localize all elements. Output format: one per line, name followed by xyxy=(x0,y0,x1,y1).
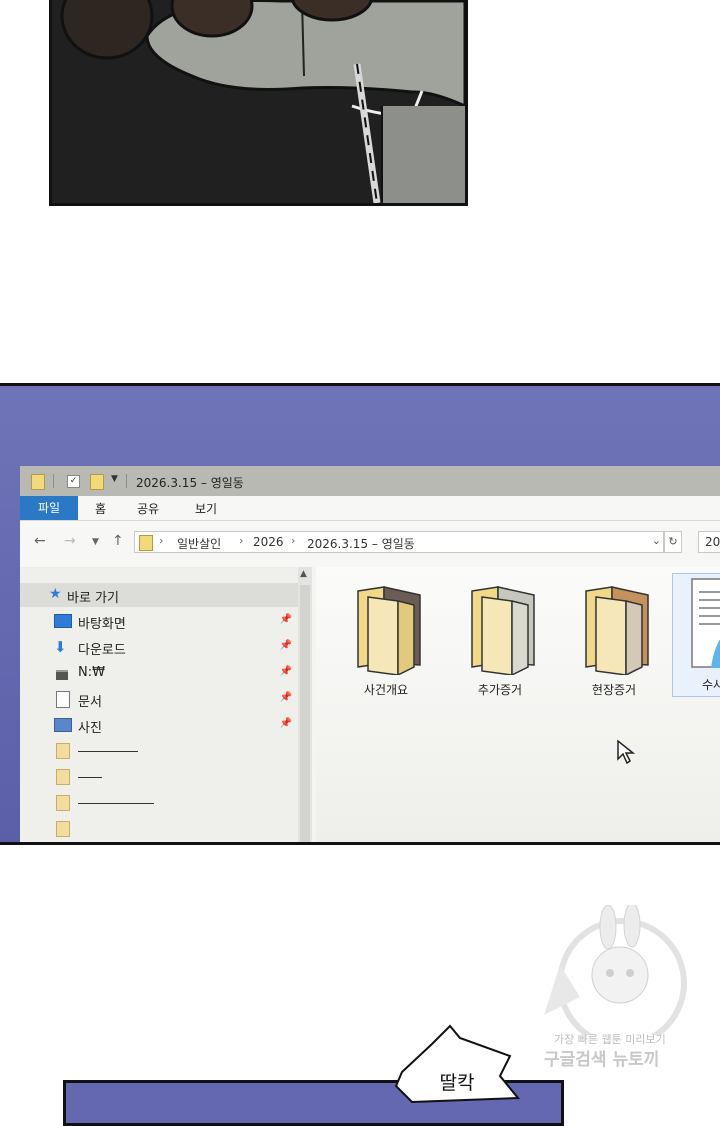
nav-item-desktop[interactable]: 바탕화면 📌 xyxy=(20,609,298,633)
network-drive-icon xyxy=(56,670,68,680)
redacted-line xyxy=(78,803,154,804)
pin-icon[interactable]: 📌 xyxy=(280,718,292,729)
file-explorer-window: ✓ ▼ 2026.3.15 – 영일동 파일 홈 공유 보기 ← → ▼ ↑ ›… xyxy=(20,466,720,842)
nav-item-folder[interactable] xyxy=(20,817,298,841)
new-folder-icon[interactable] xyxy=(90,474,104,490)
nav-label: N:₩ xyxy=(78,665,105,680)
window-title: 2026.3.15 – 영일동 xyxy=(136,476,244,490)
address-bar[interactable]: › 일반살인 › 2026 › 2026.3.15 – 영일동 ⌄ xyxy=(134,531,664,553)
pin-icon[interactable]: 📌 xyxy=(280,692,292,703)
folder-icon xyxy=(56,743,70,759)
title-bar: ✓ ▼ 2026.3.15 – 영일동 xyxy=(20,466,720,497)
comic-art xyxy=(52,0,465,203)
redacted-line xyxy=(78,777,102,778)
screen-panel: ✓ ▼ 2026.3.15 – 영일동 파일 홈 공유 보기 ← → ▼ ↑ ›… xyxy=(0,383,720,845)
breadcrumb-item[interactable]: 2026 xyxy=(253,535,284,549)
chevron-right-icon[interactable]: › xyxy=(159,534,163,547)
top-comic-panel xyxy=(49,0,468,206)
pin-icon[interactable]: 📌 xyxy=(280,614,292,625)
watermark-mascot-logo xyxy=(544,902,687,1048)
forward-arrow-icon[interactable]: → xyxy=(64,533,76,549)
nav-label: 다운로드 xyxy=(78,643,126,658)
open-folder-icon xyxy=(471,586,535,675)
nav-label: 바로 가기 xyxy=(67,591,119,606)
nav-item-downloads[interactable]: ⬇ 다운로드 📌 xyxy=(20,635,298,659)
file-item-selected[interactable]: 수사 xyxy=(672,573,720,697)
chevron-right-icon[interactable]: › xyxy=(239,534,243,547)
properties-check-icon[interactable]: ✓ xyxy=(67,475,80,488)
nav-item-network-drive[interactable]: N:₩ 📌 xyxy=(20,661,298,685)
download-arrow-icon: ⬇ xyxy=(54,638,67,656)
pin-icon[interactable]: 📌 xyxy=(280,666,292,677)
breadcrumb-item[interactable]: 일반살인 xyxy=(177,535,221,552)
folder-label: 현장증거 xyxy=(591,683,637,697)
nav-label: 문서 xyxy=(78,695,102,710)
folder-icon xyxy=(139,535,153,551)
nav-item-pictures[interactable]: 사진 📌 xyxy=(20,713,298,737)
folder-item[interactable]: 추가증거 xyxy=(452,585,548,701)
toolbar-separator xyxy=(53,474,54,488)
folder-label: 추가증거 xyxy=(477,683,523,697)
nav-item-quick-access[interactable]: ★ 바로 가기 xyxy=(20,583,298,607)
sound-effect-bubble: 딸칵 xyxy=(392,1024,522,1104)
tab-home[interactable]: 홈 xyxy=(95,500,106,517)
watermark-text: 구글검색 뉴토끼 xyxy=(544,1050,660,1070)
pictures-icon xyxy=(54,718,72,732)
nav-pane-scrollbar[interactable]: ▲ xyxy=(298,567,312,842)
open-folder-icon xyxy=(585,586,649,675)
tab-share[interactable]: 공유 xyxy=(137,500,159,517)
scrollbar-thumb[interactable] xyxy=(300,585,310,842)
chevron-right-icon[interactable]: › xyxy=(291,534,295,547)
tab-file[interactable]: 파일 xyxy=(20,496,78,520)
file-list-area: 사건개요 추가증거 현장증거 수 xyxy=(316,567,720,842)
folder-label: 사건개요 xyxy=(363,683,409,697)
folder-icon xyxy=(56,795,70,811)
sound-effect-text: 딸칵 xyxy=(439,1072,475,1094)
tab-view[interactable]: 보기 xyxy=(195,500,217,517)
search-input[interactable]: 20 xyxy=(698,531,720,553)
nav-label: 바탕화면 xyxy=(78,617,126,632)
scroll-up-icon[interactable]: ▲ xyxy=(300,569,307,579)
file-label: 수사 xyxy=(701,678,720,692)
nav-item-folder[interactable] xyxy=(20,739,298,763)
toolbar-separator xyxy=(126,474,127,488)
folder-item[interactable]: 사건개요 xyxy=(338,585,434,701)
redacted-line xyxy=(78,751,138,752)
quick-access-dropdown-icon[interactable]: ▼ xyxy=(111,474,118,484)
desktop-icon xyxy=(54,614,72,628)
up-arrow-icon[interactable]: ↑ xyxy=(112,533,124,549)
navigation-pane: ★ 바로 가기 바탕화면 📌 ⬇ 다운로드 📌 N:₩ 📌 문서 📌 사진 📌 xyxy=(20,567,299,842)
nav-item-folder[interactable] xyxy=(20,765,298,789)
folder-icon xyxy=(56,821,70,837)
star-icon: ★ xyxy=(49,586,62,602)
nav-item-folder[interactable] xyxy=(20,791,298,815)
refresh-icon[interactable]: ↻ xyxy=(664,531,682,553)
folder-icon[interactable] xyxy=(31,474,45,490)
nav-item-documents[interactable]: 문서 📌 xyxy=(20,687,298,711)
back-arrow-icon[interactable]: ← xyxy=(34,533,46,549)
document-file-icon xyxy=(691,578,720,668)
document-icon xyxy=(56,691,70,708)
ribbon-tabs: 파일 홈 공유 보기 xyxy=(20,496,720,521)
pin-icon[interactable]: 📌 xyxy=(280,640,292,651)
mouse-cursor-icon xyxy=(617,739,636,765)
breadcrumb-item[interactable]: 2026.3.15 – 영일동 xyxy=(307,535,415,552)
watermark: 가장 빠른 웹툰 미리보기 구글검색 뉴토끼 xyxy=(540,902,720,1080)
folder-icon xyxy=(56,769,70,785)
folder-item[interactable]: 현장증거 xyxy=(566,585,662,701)
navigation-bar: ← → ▼ ↑ › 일반살인 › 2026 › 2026.3.15 – 영일동 … xyxy=(20,521,720,567)
open-folder-icon xyxy=(357,586,421,675)
recent-locations-chevron-icon[interactable]: ▼ xyxy=(92,537,99,547)
chevron-down-icon[interactable]: ⌄ xyxy=(652,534,661,547)
nav-label: 사진 xyxy=(78,721,102,736)
